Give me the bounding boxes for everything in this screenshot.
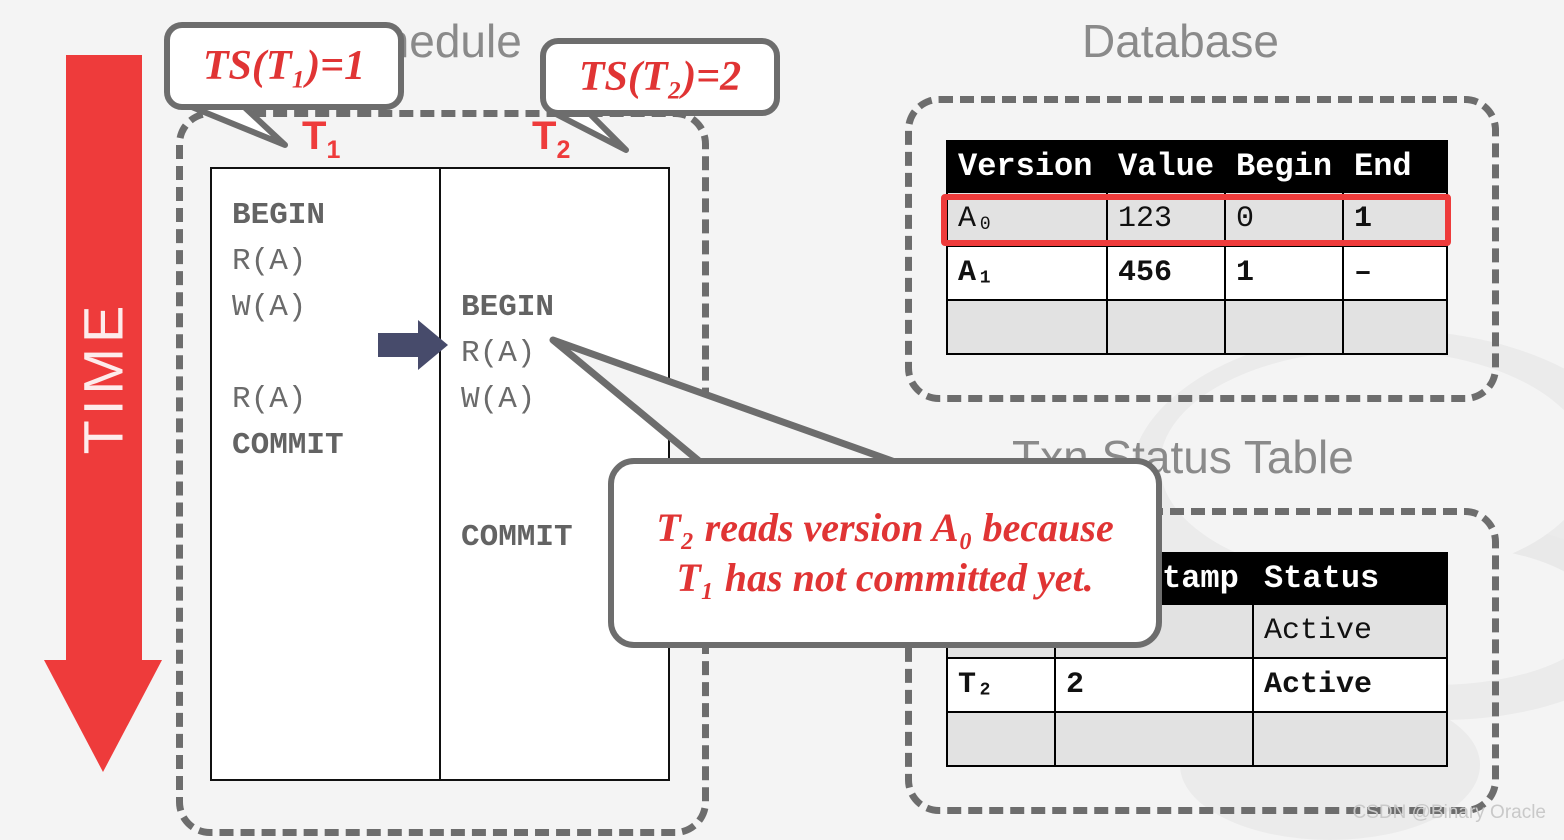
explanation-callout-bubble: T₂ reads version A₀ because T₁ has not c… (608, 458, 1162, 648)
db-r1-value: 456 (1106, 245, 1226, 301)
ts1-callout-text: TS(T₁)=1 (202, 43, 366, 89)
explanation-callout-text: T₂ reads version A₀ because T₁ has not c… (656, 505, 1114, 600)
db-r0-version: A₀ (946, 191, 1108, 247)
op-t1-1: R(A) (232, 244, 307, 279)
ts1-callout-bubble: TS(T₁)=1 (164, 22, 404, 110)
database-version-table: Version Value Begin End A₀ 123 0 1 A₁ 45… (946, 140, 1448, 355)
time-axis-label: TIME (71, 300, 135, 455)
table-row (946, 299, 1448, 355)
db-r2-value (1106, 299, 1226, 355)
db-header-end: End (1342, 140, 1448, 193)
db-r1-begin: 1 (1224, 245, 1344, 301)
txn-r1-status: Active (1252, 657, 1448, 713)
txn-r2-id (946, 711, 1056, 767)
table-row: A₀ 123 0 1 (946, 191, 1448, 247)
table-header-row: Version Value Begin End (946, 140, 1448, 193)
db-header-begin: Begin (1224, 140, 1344, 193)
table-row (946, 711, 1448, 767)
db-header-version: Version (946, 140, 1108, 193)
execution-step-arrow-icon (378, 320, 448, 370)
step-arrow-shaft (378, 333, 420, 357)
db-r2-begin (1224, 299, 1344, 355)
ts2-callout-text: TS(T₂)=2 (578, 54, 742, 100)
db-header-value: Value (1106, 140, 1226, 193)
db-r2-end (1342, 299, 1448, 355)
db-r1-version: A₁ (946, 245, 1108, 301)
txn-r2-ts (1054, 711, 1254, 767)
db-r1-end: – (1342, 245, 1448, 301)
schedule-column-t1: BEGIN R(A) W(A) R(A) COMMIT (212, 169, 441, 779)
time-axis-arrow: TIME (44, 55, 162, 775)
db-r0-value: 123 (1106, 191, 1226, 247)
table-row: T₂ 2 Active (946, 657, 1448, 713)
txn-r1-ts: 2 (1054, 657, 1254, 713)
op-t1-5: COMMIT (232, 428, 344, 463)
db-r0-begin: 0 (1224, 191, 1344, 247)
txn-r0-status: Active (1252, 603, 1448, 659)
txn-header-status: Status (1252, 552, 1448, 605)
watermark: CSDN @Binary Oracle (1352, 802, 1547, 823)
time-arrow-head (44, 660, 162, 772)
db-r0-end: 1 (1342, 191, 1448, 247)
ts2-callout-bubble: TS(T₂)=2 (540, 38, 780, 116)
step-arrow-head (418, 320, 448, 370)
txn-r1-id: T₂ (946, 657, 1056, 713)
op-t1-4: R(A) (232, 382, 307, 417)
ts2-bubble-tail (553, 111, 629, 153)
txn-r2-status (1252, 711, 1448, 767)
db-r2-version (946, 299, 1108, 355)
op-t1-0: BEGIN (232, 198, 326, 233)
op-t2-0: BEGIN (461, 290, 555, 325)
database-title: Database (1082, 15, 1279, 67)
table-row: A₁ 456 1 – (946, 245, 1448, 301)
